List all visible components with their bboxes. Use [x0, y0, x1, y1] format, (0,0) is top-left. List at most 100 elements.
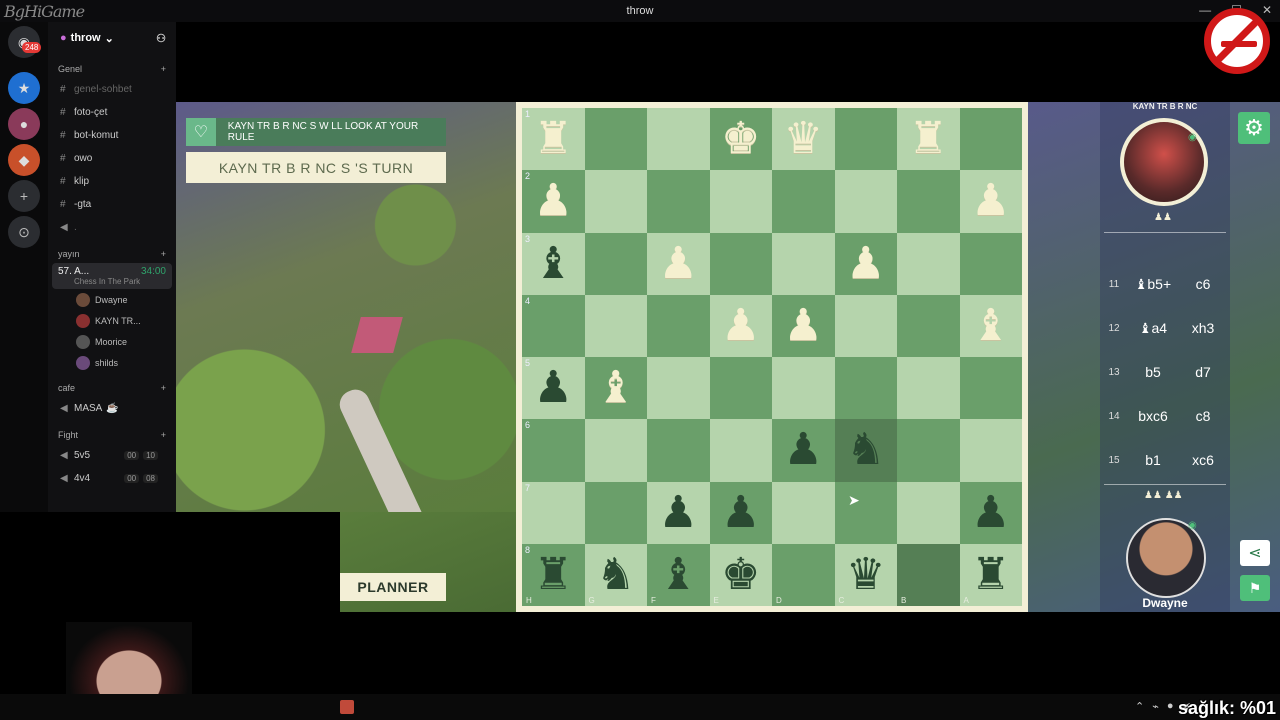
board-square[interactable] [772, 481, 835, 544]
board-square[interactable] [584, 232, 647, 295]
board-square[interactable]: 6 [522, 419, 585, 482]
black-piece[interactable]: ♚ [721, 552, 760, 597]
white-piece[interactable]: ♛ [784, 117, 823, 161]
voice-user[interactable]: shilds [48, 352, 176, 373]
white-piece[interactable]: ♟ [971, 179, 1010, 223]
board-square[interactable]: ♟ [772, 419, 835, 482]
board-square[interactable] [834, 170, 897, 233]
board-square[interactable]: ♟ [709, 294, 772, 357]
black-piece[interactable]: ♟ [721, 490, 760, 535]
taskbar-app-icon[interactable] [340, 700, 354, 714]
black-piece[interactable]: ♞ [846, 428, 885, 472]
board-square[interactable]: ♟ [959, 481, 1022, 544]
voice-channel[interactable]: ◀ 4v4 00 08 [48, 467, 176, 490]
board-square[interactable] [959, 108, 1022, 171]
board-square[interactable]: ♞ [834, 419, 897, 482]
white-piece[interactable]: ♜ [534, 117, 573, 161]
board-square[interactable] [647, 419, 710, 482]
planner-button[interactable]: PLANNER [340, 573, 446, 601]
board-square[interactable]: ♟ [709, 481, 772, 544]
server-icon[interactable]: ★ [8, 72, 40, 104]
board-square[interactable] [772, 170, 835, 233]
text-channel[interactable]: # -gta [48, 193, 176, 216]
board-square[interactable] [709, 357, 772, 420]
board-square[interactable]: ♝ [584, 357, 647, 420]
text-channel[interactable]: # owo [48, 147, 176, 170]
board-square[interactable]: ♜ [897, 108, 960, 171]
microphone-icon[interactable]: ● [1167, 700, 1174, 713]
white-piece[interactable]: ♝ [596, 366, 635, 410]
server-icon[interactable]: ● [8, 108, 40, 140]
category-cafe[interactable]: cafe + [48, 379, 176, 397]
board-square[interactable] [959, 232, 1022, 295]
server-header[interactable]: ● throw ⌄ ⚇ [48, 22, 176, 54]
minimize-icon[interactable]: — [1199, 3, 1211, 17]
heart-icon[interactable]: ♡ [186, 118, 216, 146]
board-square[interactable] [897, 294, 960, 357]
white-piece[interactable]: ♜ [909, 117, 948, 161]
board-square[interactable] [584, 481, 647, 544]
black-piece[interactable]: ♞ [596, 552, 635, 597]
text-channel[interactable]: # foto-çet [48, 101, 176, 124]
board-square[interactable] [647, 108, 710, 171]
board-square[interactable]: ♝ [959, 294, 1022, 357]
server-icon[interactable]: ◆ [8, 144, 40, 176]
board-square[interactable]: C ♛ [834, 543, 897, 606]
board-square[interactable] [709, 232, 772, 295]
board-square[interactable]: 4 [522, 294, 585, 357]
voice-user[interactable]: Dwayne [48, 289, 176, 310]
black-piece[interactable]: ♟ [659, 490, 698, 535]
board-square[interactable] [834, 357, 897, 420]
close-icon[interactable]: ✕ [1262, 3, 1272, 17]
board-square[interactable]: 7 [522, 481, 585, 544]
board-square[interactable] [709, 170, 772, 233]
black-piece[interactable]: ♜ [971, 552, 1010, 597]
board-square[interactable] [959, 419, 1022, 482]
white-piece[interactable]: ♝ [971, 303, 1010, 348]
add-channel-icon[interactable]: + [161, 249, 166, 259]
board-square[interactable] [772, 232, 835, 295]
white-piece[interactable]: ♟ [534, 179, 573, 223]
black-piece[interactable]: ♟ [534, 366, 573, 410]
board-square[interactable]: ♟ [647, 232, 710, 295]
board-square[interactable] [834, 294, 897, 357]
share-icon[interactable]: ⋖ [1240, 540, 1270, 566]
board-square[interactable]: 3 ♝ [522, 232, 585, 295]
board-square[interactable] [647, 294, 710, 357]
add-server-icon[interactable]: + [8, 180, 40, 212]
board-square[interactable] [584, 170, 647, 233]
board-square[interactable] [584, 108, 647, 171]
board-square[interactable] [772, 357, 835, 420]
board-square[interactable]: E ♚ [709, 543, 772, 606]
voice-channel[interactable]: ◀ 5v5 00 10 [48, 444, 176, 467]
white-piece[interactable]: ♟ [721, 303, 760, 348]
black-piece[interactable]: ♜ [534, 552, 573, 597]
add-channel-icon[interactable]: + [161, 430, 166, 440]
board-square[interactable]: 5 ♟ [522, 357, 585, 420]
board-square[interactable]: ♚ [709, 108, 772, 171]
black-piece[interactable]: ♛ [846, 552, 885, 597]
text-channel[interactable]: # bot-komut [48, 124, 176, 147]
flag-icon[interactable]: ⚑ [1240, 575, 1270, 601]
chevron-up-icon[interactable]: ⌃ [1135, 700, 1144, 713]
board-square[interactable] [897, 232, 960, 295]
category-genel[interactable]: Genel + [48, 60, 176, 78]
board-square[interactable] [584, 294, 647, 357]
category-yayin[interactable]: yayın + [48, 245, 176, 263]
explore-icon[interactable]: ⊙ [8, 216, 40, 248]
discord-home-icon[interactable]: ◉ 248 [8, 26, 42, 58]
black-piece[interactable]: ♟ [971, 490, 1010, 535]
text-channel[interactable]: # genel-sohbet [48, 78, 176, 101]
board-square[interactable]: ♟ [959, 170, 1022, 233]
board-square[interactable] [709, 419, 772, 482]
black-piece[interactable]: ♝ [659, 552, 698, 597]
board-square[interactable] [834, 108, 897, 171]
board-square[interactable]: ♟ [834, 232, 897, 295]
white-piece[interactable]: ♚ [721, 117, 760, 161]
add-channel-icon[interactable]: + [161, 64, 166, 74]
board-square[interactable] [647, 170, 710, 233]
board-square[interactable]: D [772, 543, 835, 606]
board-square[interactable]: ♛ [772, 108, 835, 171]
network-icon[interactable]: ⌁ [1152, 700, 1159, 713]
board-square[interactable] [897, 170, 960, 233]
